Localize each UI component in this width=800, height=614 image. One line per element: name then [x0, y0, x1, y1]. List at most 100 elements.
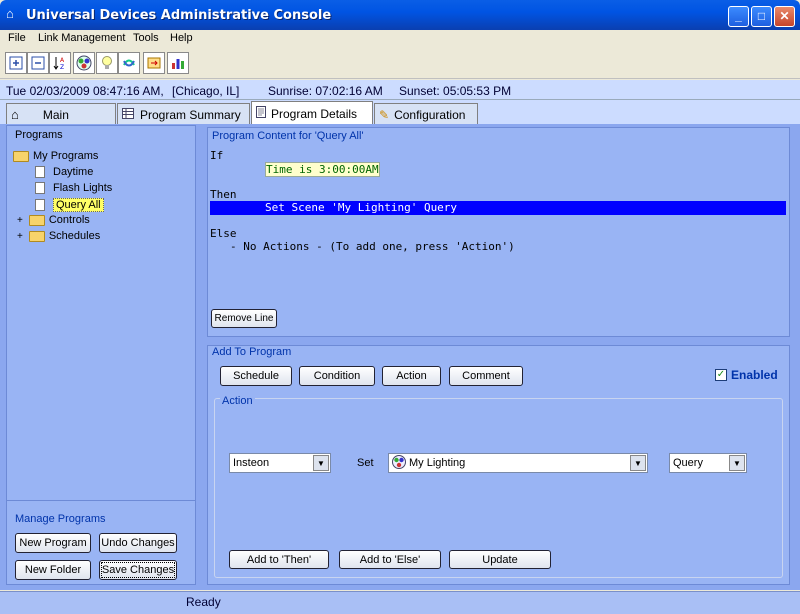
- minimize-button[interactable]: _: [728, 6, 749, 27]
- manage-programs-title: Manage Programs: [15, 513, 106, 525]
- scene-icon: [392, 454, 406, 472]
- tab-program-summary-label: Program Summary: [140, 107, 241, 122]
- chevron-down-icon[interactable]: ▼: [630, 455, 646, 471]
- set-label: Set: [357, 457, 374, 469]
- else-placeholder: - No Actions - (To add one, press 'Actio…: [230, 240, 515, 253]
- tree-item-query-all[interactable]: Query All: [35, 198, 104, 212]
- tab-main[interactable]: ⌂ Main: [6, 103, 116, 125]
- folder-open-icon: [13, 150, 29, 162]
- folder-icon: [28, 230, 45, 242]
- house-icon: ⌂: [6, 6, 14, 21]
- comment-button[interactable]: Comment: [449, 366, 523, 386]
- action-button[interactable]: Action: [382, 366, 441, 386]
- info-line: Tue 02/03/2009 08:47:16 AM, [Chicago, IL…: [0, 80, 800, 100]
- link-icon[interactable]: [118, 52, 140, 74]
- document-icon: [256, 106, 266, 121]
- expand-all-icon[interactable]: [5, 52, 27, 74]
- sort-az-icon[interactable]: AZ: [49, 52, 71, 74]
- tree-folder-schedules[interactable]: + Schedules: [17, 230, 100, 242]
- new-folder-button[interactable]: New Folder: [15, 560, 91, 580]
- condition-button[interactable]: Condition: [299, 366, 375, 386]
- tree-root-my-programs[interactable]: My Programs: [13, 150, 98, 162]
- maximize-button[interactable]: □: [751, 6, 772, 27]
- then-label: Then: [210, 188, 237, 201]
- tree-item-label: Flash Lights: [53, 182, 113, 194]
- checkmark-icon: ✓: [715, 369, 727, 381]
- menu-help[interactable]: Help: [170, 32, 193, 44]
- chevron-down-icon[interactable]: ▼: [729, 455, 745, 471]
- chart-icon[interactable]: [167, 52, 189, 74]
- update-button[interactable]: Update: [449, 550, 551, 569]
- menu-file[interactable]: File: [8, 32, 26, 44]
- tab-program-details-label: Program Details: [271, 106, 358, 121]
- expand-icon[interactable]: +: [17, 215, 23, 226]
- tab-main-label: Main: [42, 107, 69, 122]
- svg-text:Z: Z: [60, 64, 64, 71]
- tree-item-label: Daytime: [53, 166, 94, 178]
- window-title: Universal Devices Administrative Console: [26, 8, 332, 23]
- add-to-then-button[interactable]: Add to 'Then': [229, 550, 329, 569]
- bulb-icon[interactable]: [96, 52, 118, 74]
- menu-link-management[interactable]: Link Management: [38, 32, 125, 44]
- program-icon: [35, 166, 45, 178]
- house-icon: ⌂: [11, 107, 19, 122]
- manage-programs-group: Manage Programs New Program Undo Changes…: [7, 500, 195, 584]
- collapse-all-icon[interactable]: [27, 52, 49, 74]
- add-to-program-title: Add To Program: [212, 346, 292, 358]
- action-group: Action Insteon ▼ Set My Lighting ▼ Query…: [214, 395, 783, 578]
- tree-item-label: Query All: [53, 198, 104, 212]
- tree-item-daytime[interactable]: Daytime: [35, 166, 93, 178]
- chevron-down-icon[interactable]: ▼: [313, 455, 329, 471]
- device-type-select[interactable]: Insteon ▼: [229, 453, 331, 473]
- tree-root-label: My Programs: [33, 150, 99, 162]
- tree-folder-controls[interactable]: + Controls: [17, 214, 90, 226]
- enabled-checkbox[interactable]: ✓ Enabled: [715, 368, 778, 382]
- add-to-else-button[interactable]: Add to 'Else': [339, 550, 441, 569]
- program-icon: [35, 199, 45, 211]
- svg-text:A: A: [60, 57, 65, 64]
- undo-changes-button[interactable]: Undo Changes: [99, 533, 177, 553]
- condition-line[interactable]: Time is 3:00:00AM: [265, 162, 380, 177]
- programs-pane: Programs My Programs Daytime Flash Light…: [6, 125, 196, 585]
- scene-icon[interactable]: [73, 52, 95, 74]
- add-to-program-pane: Add To Program Schedule Condition Action…: [207, 345, 790, 585]
- save-changes-button[interactable]: Save Changes: [99, 560, 177, 580]
- program-icon: [35, 182, 45, 194]
- expand-icon[interactable]: +: [17, 231, 23, 242]
- else-label: Else: [210, 227, 237, 240]
- title-bar[interactable]: ⌂ Universal Devices Administrative Conso…: [0, 0, 800, 30]
- wrench-icon: ✎: [379, 107, 390, 122]
- command-select[interactable]: Query ▼: [669, 453, 747, 473]
- datetime-text: Tue 02/03/2009 08:47:16 AM,: [6, 84, 164, 98]
- tab-configuration-label: Configuration: [394, 107, 466, 122]
- close-button[interactable]: ✕: [774, 6, 795, 27]
- remove-line-button[interactable]: Remove Line: [211, 309, 277, 328]
- menu-bar: File Link Management Tools Help: [0, 30, 800, 49]
- location-text: [Chicago, IL]: [172, 84, 240, 98]
- tab-program-details[interactable]: Program Details: [251, 101, 373, 125]
- scene-select[interactable]: My Lighting ▼: [388, 453, 648, 473]
- scene-value: My Lighting: [409, 457, 466, 469]
- schedule-button[interactable]: Schedule: [220, 366, 292, 386]
- sunrise-text: Sunrise: 07:02:16 AM: [268, 84, 383, 98]
- then-action-line[interactable]: Set Scene 'My Lighting' Query: [210, 201, 786, 215]
- status-bar: Ready: [0, 591, 800, 614]
- command-value: Query: [673, 457, 703, 469]
- folder-icon: [28, 214, 45, 226]
- new-program-button[interactable]: New Program: [15, 533, 91, 553]
- menu-tools[interactable]: Tools: [133, 32, 159, 44]
- tree-folder-label: Schedules: [48, 230, 101, 242]
- table-icon: [122, 107, 134, 122]
- device-type-value: Insteon: [233, 457, 270, 469]
- action-group-title: Action: [220, 395, 255, 407]
- status-text: Ready: [186, 595, 221, 609]
- export-icon[interactable]: [143, 52, 165, 74]
- program-content-pane: Program Content for 'Query All' If Time …: [207, 127, 790, 337]
- programs-title: Programs: [15, 129, 63, 141]
- tree-item-flash-lights[interactable]: Flash Lights: [35, 182, 112, 194]
- tab-program-summary[interactable]: Program Summary: [117, 103, 250, 125]
- tab-configuration[interactable]: ✎ Configuration: [374, 103, 478, 125]
- program-content-title: Program Content for 'Query All': [212, 130, 364, 142]
- sunset-text: Sunset: 05:05:53 PM: [399, 84, 512, 98]
- toolbar: AZ: [0, 49, 800, 79]
